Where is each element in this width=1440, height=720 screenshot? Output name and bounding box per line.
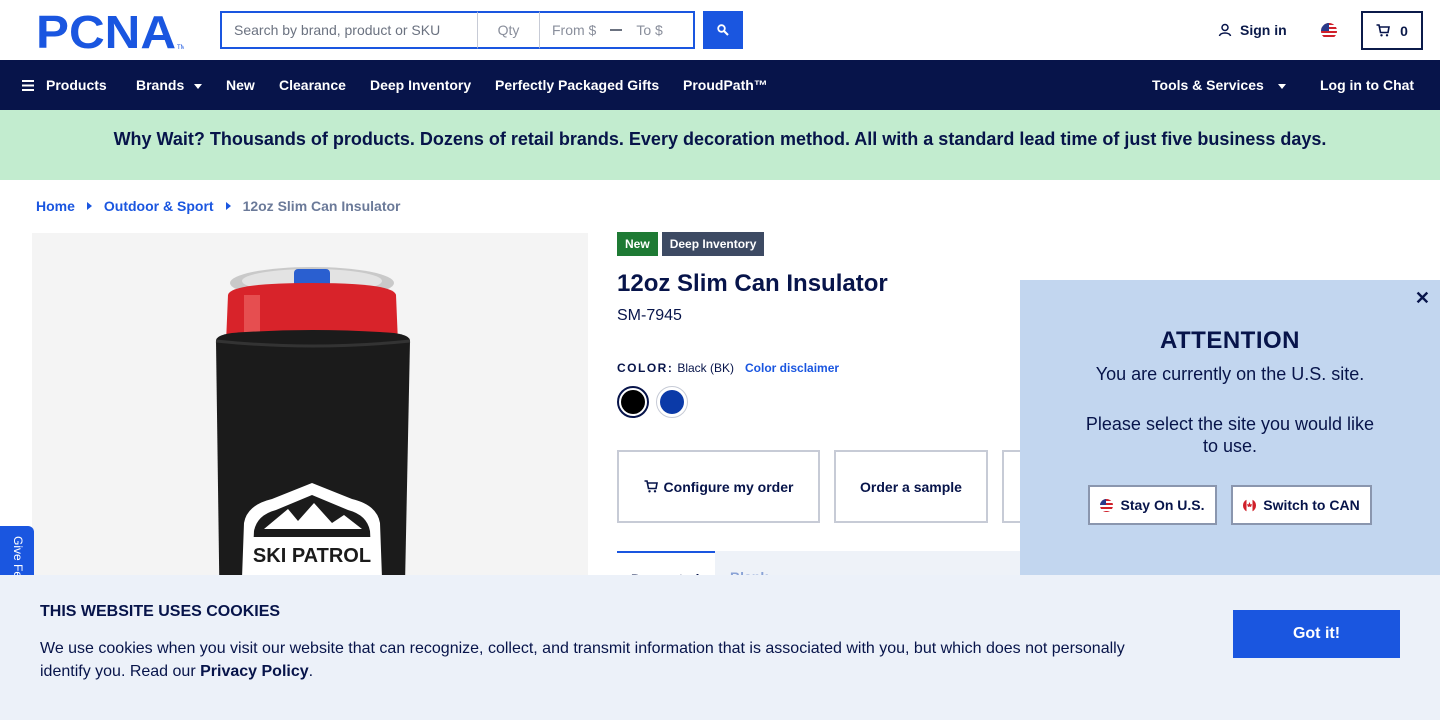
chevron-down-icon <box>1277 83 1286 89</box>
sign-in-label: Sign in <box>1240 22 1287 38</box>
price-dash <box>610 29 623 31</box>
price-to-input[interactable]: To $ <box>636 22 662 38</box>
swatch-black[interactable] <box>617 386 649 418</box>
imprint-subtitle: MT UNIT <box>290 562 335 574</box>
user-icon <box>1218 23 1232 37</box>
cookie-title: THIS WEBSITE USES COOKIES <box>40 603 281 620</box>
nav-products-label: Products <box>46 77 107 93</box>
privacy-policy-link[interactable]: Privacy Policy <box>200 663 309 680</box>
cart-icon <box>644 480 658 493</box>
color-value: Black (BK) <box>677 361 735 375</box>
search-button[interactable] <box>703 11 743 49</box>
attention-prompt: Please select the site you would like to… <box>1085 414 1375 456</box>
color-label: COLOR: <box>617 361 674 375</box>
price-range: From $ To $ <box>540 11 695 49</box>
nav-tools[interactable]: Tools & Services <box>1152 60 1286 110</box>
promo-banner: Why Wait? Thousands of products. Dozens … <box>0 110 1440 180</box>
cart-button[interactable]: 0 <box>1361 11 1423 50</box>
product-title: 12oz Slim Can Insulator <box>617 270 888 297</box>
canada-flag-icon <box>1243 498 1257 512</box>
cookie-accept-button[interactable]: Got it! <box>1233 610 1400 658</box>
product-image[interactable]: SKI PATROL MT UNIT <box>32 233 588 633</box>
close-icon[interactable]: ✕ <box>1415 288 1430 309</box>
site-select-modal: ✕ ATTENTION You are currently on the U.S… <box>1020 280 1440 580</box>
chevron-right-icon <box>225 202 231 210</box>
order-sample-button[interactable]: Order a sample <box>834 450 988 523</box>
logo-text: PCNA <box>36 12 176 50</box>
cookie-period: . <box>308 663 314 680</box>
site-header: PCNA TM Search by brand, product or SKU … <box>0 0 1440 60</box>
new-badge: New <box>617 232 658 256</box>
configure-order-label: Configure my order <box>663 478 794 495</box>
search-icon <box>717 24 729 36</box>
stay-us-button[interactable]: Stay On U.S. <box>1088 485 1217 525</box>
configure-order-button[interactable]: Configure my order <box>617 450 820 523</box>
nav-tools-label: Tools & Services <box>1152 77 1264 93</box>
breadcrumb: Home Outdoor & Sport 12oz Slim Can Insul… <box>36 198 401 214</box>
chevron-down-icon <box>194 83 203 89</box>
qty-input[interactable]: Qty <box>478 11 540 49</box>
sign-in-link[interactable]: Sign in <box>1218 22 1287 38</box>
swatch-black-dot <box>621 390 645 414</box>
us-flag-icon[interactable] <box>1321 23 1337 39</box>
cookie-text: We use cookies when you visit our websit… <box>40 637 1160 683</box>
nav-chat[interactable]: Log in to Chat <box>1320 60 1414 110</box>
breadcrumb-current: 12oz Slim Can Insulator <box>242 198 401 214</box>
svg-text:TM: TM <box>177 45 184 50</box>
nav-brands[interactable]: Brands <box>136 60 203 110</box>
color-row: COLOR: Black (BK) Color disclaimer <box>617 361 839 375</box>
breadcrumb-category[interactable]: Outdoor & Sport <box>104 198 214 214</box>
can-insulator-illustration: SKI PATROL MT UNIT <box>215 267 411 633</box>
promo-banner-text: Why Wait? Thousands of products. Dozens … <box>113 129 1327 149</box>
deep-inventory-badge: Deep Inventory <box>661 232 765 256</box>
switch-can-label: Switch to CAN <box>1263 497 1360 513</box>
swatch-blue[interactable] <box>656 386 688 418</box>
us-flag-icon <box>1100 498 1114 512</box>
stay-us-label: Stay On U.S. <box>1120 497 1205 513</box>
cart-count: 0 <box>1400 22 1408 39</box>
color-disclaimer-link[interactable]: Color disclaimer <box>745 361 839 375</box>
nav-clearance[interactable]: Clearance <box>279 60 346 110</box>
price-from-input[interactable]: From $ <box>552 22 596 38</box>
switch-can-button[interactable]: Switch to CAN <box>1231 485 1372 525</box>
search-input[interactable]: Search by brand, product or SKU <box>220 11 478 49</box>
chevron-right-icon <box>86 202 92 210</box>
nav-products[interactable]: Products <box>22 60 107 110</box>
attention-message: You are currently on the U.S. site. <box>1095 364 1365 384</box>
breadcrumb-home[interactable]: Home <box>36 198 75 214</box>
main-nav: Products Brands New Clearance Deep Inven… <box>0 60 1440 110</box>
search-bar: Search by brand, product or SKU Qty From… <box>220 11 695 49</box>
cookie-banner: THIS WEBSITE USES COOKIES We use cookies… <box>0 575 1440 720</box>
swatch-blue-dot <box>660 390 684 414</box>
pcna-logo[interactable]: PCNA TM <box>36 12 184 50</box>
nav-new[interactable]: New <box>226 60 255 110</box>
nav-brands-label: Brands <box>136 77 185 93</box>
nav-gifts[interactable]: Perfectly Packaged Gifts <box>495 60 659 110</box>
cart-icon <box>1376 24 1391 37</box>
attention-title: ATTENTION <box>1159 327 1301 354</box>
product-badges: New Deep Inventory <box>617 232 765 256</box>
nav-proudpath[interactable]: ProudPath™ <box>683 60 768 110</box>
order-sample-label: Order a sample <box>860 478 962 495</box>
menu-icon <box>22 79 34 91</box>
nav-deep-inventory[interactable]: Deep Inventory <box>370 60 471 110</box>
product-sku: SM-7945 <box>617 307 682 324</box>
